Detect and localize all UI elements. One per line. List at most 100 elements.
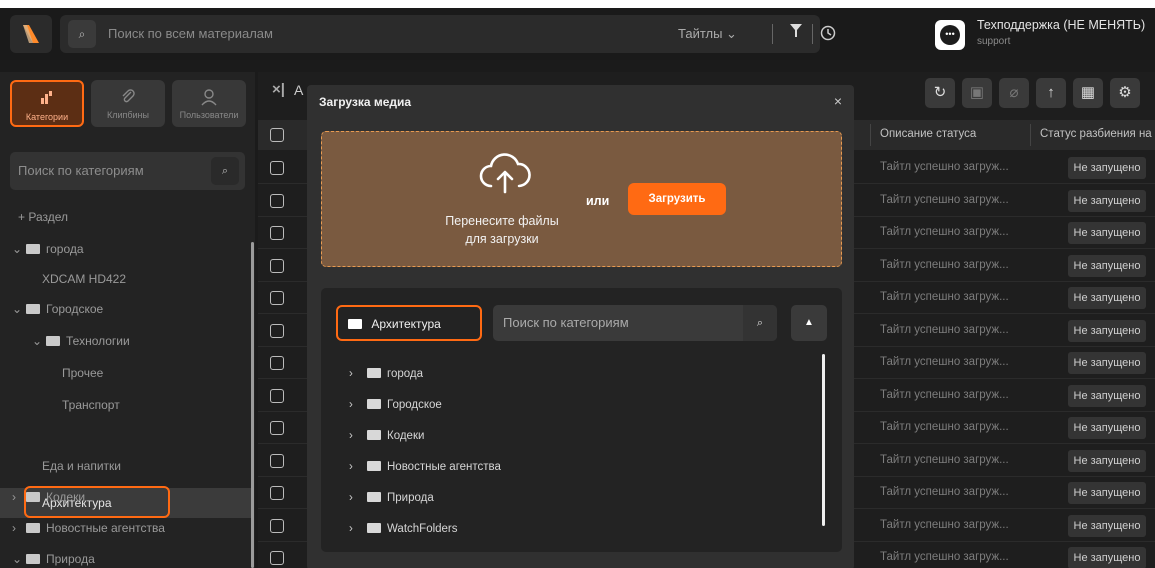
app-logo[interactable] bbox=[10, 15, 52, 53]
sidebar-scrollbar[interactable] bbox=[251, 242, 254, 568]
tab-clipbins[interactable]: Клипбины bbox=[91, 80, 165, 127]
avatar[interactable]: ••• bbox=[935, 20, 965, 50]
tree-item-goroda[interactable]: ⌄ города bbox=[12, 242, 84, 256]
global-search[interactable]: ⌕ Поиск по всем материалам Тайтлы ⌄ bbox=[60, 15, 836, 53]
picker-item-novostnye[interactable]: › Новостные агентства bbox=[349, 461, 501, 473]
tree-item-prochee[interactable]: Прочее bbox=[62, 366, 103, 380]
upload-media-dialog: Загрузка медиа × Перенесите файлы для за… bbox=[307, 85, 854, 568]
category-search-input[interactable]: Поиск по категориям bbox=[503, 315, 629, 330]
row-checkbox[interactable] bbox=[270, 258, 284, 273]
chevron-right-icon[interactable]: › bbox=[349, 492, 367, 504]
tab-users[interactable]: Пользователи bbox=[172, 80, 246, 127]
upload-arrow-icon[interactable]: ↑ bbox=[1036, 78, 1066, 108]
status-badge: Не запущено bbox=[1068, 449, 1146, 472]
column-split-status[interactable]: Статус разбиения на bbox=[1040, 128, 1152, 140]
chevron-right-icon[interactable]: › bbox=[12, 490, 26, 504]
chevron-down-icon[interactable]: ⌄ bbox=[12, 552, 26, 566]
cloud-upload-icon bbox=[479, 153, 531, 194]
row-checkbox[interactable] bbox=[270, 161, 284, 175]
row-checkbox[interactable] bbox=[270, 551, 284, 565]
chevron-right-icon[interactable]: › bbox=[349, 430, 367, 442]
status-badge: Не запущено bbox=[1068, 254, 1146, 277]
drop-zone[interactable]: Перенесите файлы для загрузки или Загруз… bbox=[321, 131, 842, 267]
filter-icon[interactable] bbox=[790, 24, 802, 40]
calendar-icon[interactable]: ▣ bbox=[962, 78, 992, 108]
row-checkbox[interactable] bbox=[270, 453, 284, 468]
picker-item-gorodskoe[interactable]: › Городское bbox=[349, 399, 442, 411]
status-badge: Не запущено bbox=[1068, 189, 1146, 212]
status-badge: Не запущено bbox=[1068, 384, 1146, 407]
row-checkbox[interactable] bbox=[270, 193, 284, 208]
gear-icon[interactable]: ⚙ bbox=[1110, 78, 1140, 108]
chevron-right-icon[interactable]: › bbox=[12, 521, 26, 535]
chevron-down-icon[interactable]: ⌄ bbox=[12, 302, 26, 316]
folder-icon bbox=[367, 492, 381, 502]
tree-item-novostnye[interactable]: › Новостные агентства bbox=[12, 521, 165, 535]
column-status-desc[interactable]: Описание статуса bbox=[880, 128, 976, 140]
app-window: ⌕ Поиск по всем материалам Тайтлы ⌄ ••• … bbox=[0, 8, 1155, 568]
tree-item-priroda[interactable]: ⌄ Природа bbox=[12, 552, 95, 566]
chevron-right-icon[interactable]: › bbox=[349, 368, 367, 380]
tree-item-gorodskoe[interactable]: ⌄ Городское bbox=[12, 302, 103, 316]
search-icon[interactable]: ⌕ bbox=[68, 20, 96, 48]
global-search-input[interactable]: Поиск по всем материалам bbox=[108, 26, 273, 41]
chevron-right-icon[interactable]: › bbox=[349, 399, 367, 411]
paperclip-icon[interactable]: ⌀ bbox=[999, 78, 1029, 108]
search-scope-select[interactable]: Тайтлы ⌄ bbox=[678, 26, 737, 42]
tree-item-tehnologii[interactable]: ⌄ Технологии bbox=[32, 334, 130, 348]
picker-item-kodeki[interactable]: › Кодеки bbox=[349, 430, 424, 442]
tree-item-xdcam[interactable]: XDCAM HD422 bbox=[42, 272, 126, 286]
chevron-down-icon[interactable]: ⌄ bbox=[32, 334, 46, 348]
row-checkbox[interactable] bbox=[270, 356, 284, 370]
picker-scrollbar[interactable] bbox=[822, 354, 825, 526]
select-all-checkbox[interactable] bbox=[270, 128, 284, 142]
add-section-button[interactable]: + Раздел bbox=[18, 210, 68, 224]
row-checkbox[interactable] bbox=[270, 291, 284, 305]
tab-categories[interactable]: Категории bbox=[10, 80, 84, 127]
status-description: Тайтл успешно загруж... bbox=[880, 388, 1009, 401]
status-description: Тайтл успешно загруж... bbox=[880, 518, 1009, 531]
user-profile[interactable]: ••• Техподдержка (НЕ МЕНЯТЬ) support bbox=[935, 14, 1155, 54]
folder-icon bbox=[26, 523, 40, 533]
user-name: Техподдержка (НЕ МЕНЯТЬ) bbox=[977, 18, 1146, 32]
category-search[interactable]: Поиск по категориям ⌕ bbox=[10, 152, 245, 190]
row-checkbox[interactable] bbox=[270, 518, 284, 533]
tree-icon bbox=[12, 90, 82, 108]
category-search[interactable]: Поиск по категориям ⌕ bbox=[493, 305, 777, 341]
column-divider bbox=[870, 124, 871, 146]
status-description: Тайтл успешно загруж... bbox=[880, 323, 1009, 336]
tree-item-transport[interactable]: Транспорт bbox=[62, 398, 120, 412]
upload-button[interactable]: Загрузить bbox=[628, 183, 726, 215]
row-checkbox[interactable] bbox=[270, 388, 284, 403]
row-checkbox[interactable] bbox=[270, 486, 284, 500]
tree-item-kodeki[interactable]: › Кодеки bbox=[12, 490, 85, 504]
status-badge: Не запущено bbox=[1068, 157, 1146, 179]
folder-icon bbox=[367, 430, 381, 440]
collapse-up-icon[interactable]: ▲ bbox=[791, 305, 827, 341]
row-checkbox[interactable] bbox=[270, 226, 284, 240]
current-category[interactable]: Архитектура bbox=[336, 305, 482, 341]
chevron-right-icon[interactable]: › bbox=[349, 461, 367, 473]
category-search-input[interactable]: Поиск по категориям bbox=[18, 163, 144, 178]
or-label: или bbox=[586, 194, 610, 208]
folder-open-icon bbox=[46, 336, 60, 346]
row-checkbox[interactable] bbox=[270, 421, 284, 435]
tab-label: Клипбины bbox=[106, 110, 150, 120]
search-icon[interactable]: ⌕ bbox=[743, 305, 777, 341]
picker-item-goroda[interactable]: › города bbox=[349, 368, 423, 380]
close-icon[interactable]: × bbox=[834, 93, 842, 109]
picker-item-priroda[interactable]: › Природа bbox=[349, 492, 434, 504]
refresh-icon[interactable]: ↻ bbox=[925, 78, 955, 108]
chevron-right-icon[interactable]: › bbox=[349, 523, 367, 535]
paperclip-icon bbox=[91, 88, 165, 106]
picker-item-watchfolders[interactable]: › WatchFolders bbox=[349, 523, 458, 535]
divider bbox=[772, 24, 773, 44]
dialog-title: Загрузка медиа bbox=[319, 95, 412, 109]
close-icon[interactable]: ×| bbox=[272, 81, 285, 98]
folder-icon bbox=[367, 399, 381, 409]
grid-icon[interactable]: ▦ bbox=[1073, 78, 1103, 108]
chevron-down-icon[interactable]: ⌄ bbox=[12, 242, 26, 256]
row-checkbox[interactable] bbox=[270, 323, 284, 338]
tree-item-eda[interactable]: Еда и напитки bbox=[42, 459, 121, 473]
search-icon[interactable]: ⌕ bbox=[211, 157, 239, 185]
